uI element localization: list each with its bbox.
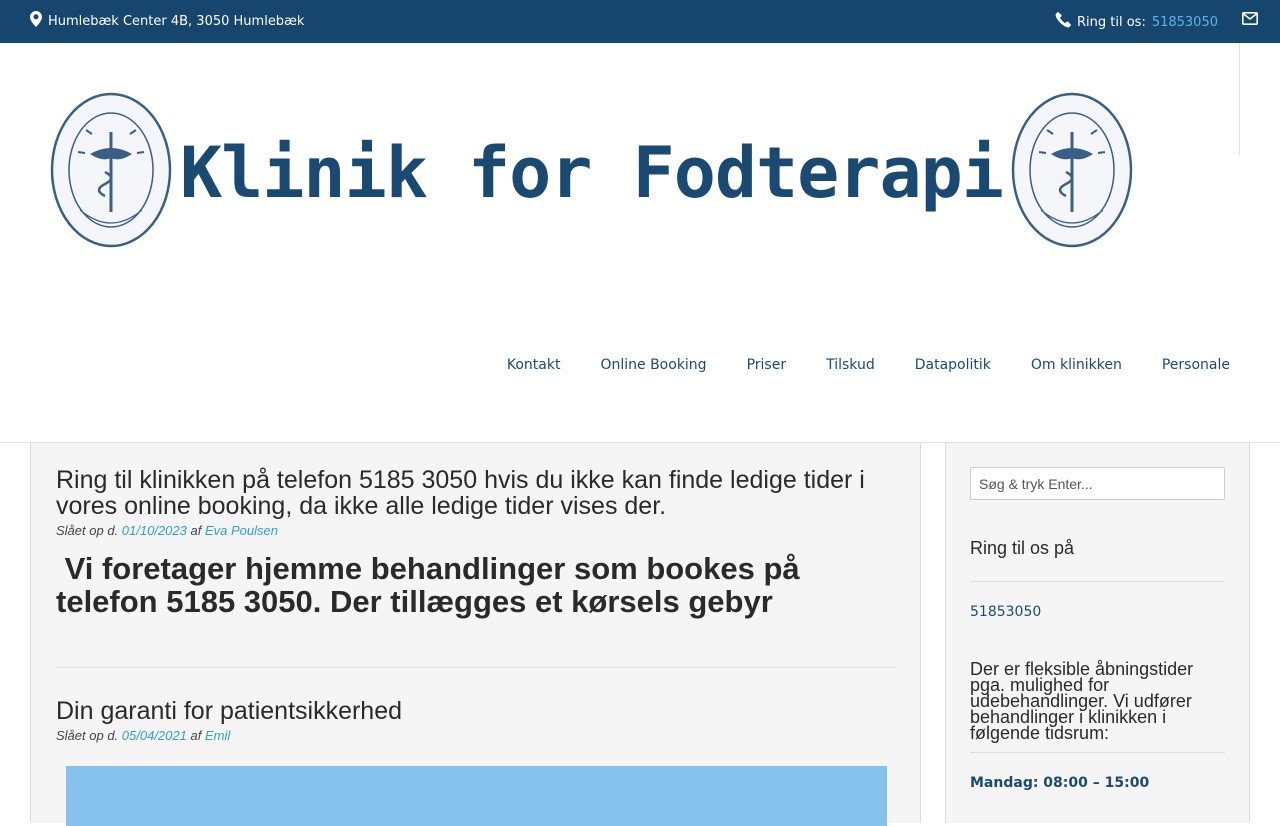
meta-prefix: Slået op d.	[56, 523, 119, 538]
post-1: Ring til klinikken på telefon 5185 3050 …	[56, 467, 897, 618]
nav-item-online-booking[interactable]: Online Booking	[600, 357, 706, 373]
sidebar-divider	[970, 752, 1225, 753]
address: Humlebæk Center 4B, 3050 Humlebæk	[30, 11, 304, 31]
call-number-link[interactable]: 51853050	[970, 604, 1041, 620]
post-divider	[56, 667, 897, 668]
post-body-heading: Vi foretager hjemme behandlinger som boo…	[56, 551, 809, 619]
seal-right-icon	[1011, 92, 1133, 247]
address-text: Humlebæk Center 4B, 3050 Humlebæk	[48, 13, 305, 29]
post-2: Din garanti for patientsikkerhed Slået o…	[56, 698, 897, 743]
post-meta: Slået op d. 01/10/2023 af Eva Poulsen	[56, 523, 897, 538]
search-input[interactable]	[970, 467, 1225, 500]
hours-heading: Der er fleksible åbningstider pga. mulig…	[970, 659, 1194, 743]
logo-title: Klinik for Fodterapi	[180, 131, 1004, 214]
top-bar: Humlebæk Center 4B, 3050 Humlebæk Ring t…	[0, 0, 1280, 43]
phone-icon	[1055, 12, 1071, 32]
nav-item-datapolitik[interactable]: Datapolitik	[915, 357, 991, 373]
phone-link[interactable]: 51853050	[1152, 15, 1218, 30]
envelope-icon[interactable]	[1242, 12, 1258, 29]
post-date-link[interactable]: 05/04/2021	[122, 728, 187, 743]
site-header: Klinik for Fodterapi Kontakt Online Book…	[0, 43, 1280, 443]
post-date-link[interactable]: 01/10/2023	[122, 523, 187, 538]
main-nav: Kontakt Online Booking Priser Tilskud Da…	[467, 357, 1230, 373]
sidebar-divider	[970, 581, 1225, 582]
seal-left-icon	[50, 92, 172, 247]
post-meta: Slået op d. 05/04/2021 af Emil	[56, 728, 897, 743]
nav-item-om-klinikken[interactable]: Om klinikken	[1031, 357, 1122, 373]
post-banner-image	[66, 766, 887, 826]
post-title[interactable]: Din garanti for patientsikkerhed	[56, 698, 897, 724]
top-phone: Ring til os: 51853050	[1055, 12, 1218, 32]
post-title[interactable]: Ring til klinikken på telefon 5185 3050 …	[56, 467, 897, 519]
meta-by: af	[190, 728, 202, 743]
sidebar: Ring til os på 51853050 Der er fleksible…	[945, 443, 1250, 823]
nav-item-priser[interactable]: Priser	[747, 357, 787, 373]
hours-monday: Mandag: 08:00 – 15:00	[970, 775, 1150, 791]
main-content: Ring til klinikken på telefon 5185 3050 …	[30, 443, 921, 826]
header-divider	[1239, 43, 1240, 155]
meta-by: af	[190, 523, 202, 538]
phone-prefix: Ring til os:	[1077, 14, 1146, 30]
post-author-link[interactable]: Emil	[205, 728, 230, 743]
nav-item-personale[interactable]: Personale	[1162, 357, 1230, 373]
call-heading: Ring til os på	[970, 538, 1075, 558]
meta-prefix: Slået op d.	[56, 728, 119, 743]
nav-item-tilskud[interactable]: Tilskud	[826, 357, 875, 373]
post-author-link[interactable]: Eva Poulsen	[205, 523, 278, 538]
nav-item-kontakt[interactable]: Kontakt	[507, 357, 561, 373]
site-logo[interactable]: Klinik for Fodterapi	[50, 91, 1133, 248]
map-marker-icon	[30, 11, 42, 31]
